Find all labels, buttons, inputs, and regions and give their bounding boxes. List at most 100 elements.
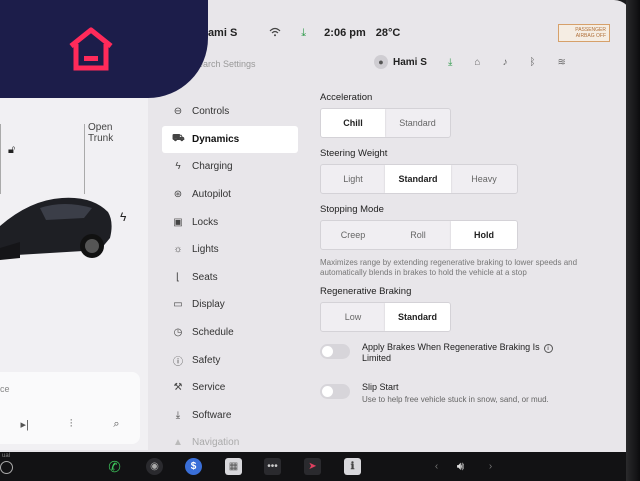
card-icon-row: ▸| ⫶ ⌕ <box>0 418 140 431</box>
charge-port-icon[interactable]: ϟ <box>120 210 126 224</box>
apply-brakes-label-line1: Apply Brakes When Regenerative Braking I… <box>362 342 540 352</box>
open-trunk-button[interactable]: Open Trunk <box>88 122 113 144</box>
nav-item-display[interactable]: ▭ Display <box>162 291 298 319</box>
chevron-left-icon[interactable]: ‹ <box>428 458 445 475</box>
regenerative-braking-selector: Low Standard <box>320 302 451 332</box>
steering-standard-button[interactable]: Standard <box>385 165 451 193</box>
bluetooth-icon[interactable]: ᛒ <box>529 57 535 68</box>
stopping-mode-selector: Creep Roll Hold <box>320 220 518 250</box>
profile-name: Hami S <box>393 56 427 68</box>
steering-weight-selector: Light Standard Heavy <box>320 164 518 194</box>
regen-standard-button[interactable]: Standard <box>385 303 450 331</box>
nav-label: Autopilot <box>192 189 231 201</box>
nav-item-seats[interactable]: ⌊ Seats <box>162 264 298 292</box>
stopping-hold-button[interactable]: Hold <box>451 221 517 249</box>
steering-light-button[interactable]: Light <box>321 165 385 193</box>
bell-icon[interactable]: ♪ <box>502 57 507 68</box>
slip-start-row: Slip Start Use to help free vehicle stuc… <box>320 382 610 405</box>
nav-label: Seats <box>192 271 218 283</box>
open-trunk-label-1: Open <box>88 122 113 133</box>
stopping-roll-button[interactable]: Roll <box>385 221 451 249</box>
info-circle-icon: ⓘ <box>173 356 183 368</box>
camera-icon[interactable]: ◉ <box>146 458 163 475</box>
toggle-icon: ⊖ <box>173 106 183 118</box>
apply-brakes-label-line2: Limited <box>362 353 392 363</box>
search-icon[interactable]: ⌕ <box>113 418 119 431</box>
car-icon: ⛟ <box>172 132 185 144</box>
tesla-screen: Hami S ⤓ 2:06 pm 28°C PASSENGER AIRBAG O… <box>0 0 632 481</box>
download-icon[interactable]: ⤓ <box>448 57 452 68</box>
screen-bezel <box>626 0 640 481</box>
clock-time: 2:06 pm <box>324 27 366 39</box>
play-icon[interactable]: ▸| <box>20 418 28 431</box>
settings-header: Search Settings ● Hami S ⤓ ⌂ ♪ ᛒ ≋ <box>192 55 612 75</box>
nav-item-autopilot[interactable]: ⊛ Autopilot <box>162 181 298 209</box>
regen-low-button[interactable]: Low <box>321 303 385 331</box>
slip-start-toggle[interactable] <box>320 384 350 399</box>
download-icon[interactable]: ⤓ <box>301 27 306 40</box>
lock-icon: ▣ <box>173 216 183 228</box>
outside-temperature: 28°C <box>375 27 401 39</box>
frunk-indicator-line <box>0 124 1 194</box>
taskbar-partial-label: ual <box>2 453 11 459</box>
volume-icon[interactable]: 🔊︎ <box>452 458 469 475</box>
garage-logo-icon <box>69 27 113 71</box>
stopping-mode-title: Stopping Mode <box>320 204 384 215</box>
steering-wheel-icon: ⊛ <box>173 189 183 201</box>
trunk-indicator-line <box>84 124 85 194</box>
clock-icon: ◷ <box>173 327 183 339</box>
more-apps-icon[interactable]: ••• <box>264 458 281 475</box>
seat-icon: ⌊ <box>176 271 180 283</box>
stopping-creep-button[interactable]: Creep <box>321 221 385 249</box>
profile-button[interactable]: ● Hami S <box>374 55 427 69</box>
nav-item-schedule[interactable]: ◷ Schedule <box>162 319 298 347</box>
acceleration-selector: Chill Standard <box>320 108 451 138</box>
download-icon: ⤓ <box>175 409 181 421</box>
toybox-icon[interactable]: ▦ <box>225 458 242 475</box>
acceleration-chill-button[interactable]: Chill <box>321 109 385 137</box>
nav-label: Lights <box>192 244 219 256</box>
unlock-icon[interactable]: 🔓︎ <box>8 144 15 157</box>
nav-item-lights[interactable]: ☼ Lights <box>162 236 298 264</box>
wrench-icon: ⚒ <box>173 382 183 394</box>
manual-icon[interactable]: ℹ <box>344 458 361 475</box>
stopping-mode-description: Maximizes range by extending regenerativ… <box>320 258 578 277</box>
nav-item-service[interactable]: ⚒ Service <box>162 374 298 402</box>
toggle-knob <box>322 386 333 397</box>
nav-label: Locks <box>192 216 219 228</box>
taskbar: ual ✆ ◉ $ ▦ ••• ➤ ℹ ‹ 🔊︎ › <box>0 452 632 481</box>
status-bar: Hami S ⤓ 2:06 pm 28°C PASSENGER AIRBAG O… <box>190 22 610 44</box>
equalizer-icon[interactable]: ⫶ <box>70 418 73 431</box>
user-icon: ● <box>374 55 388 69</box>
nav-label: Safety <box>192 354 221 366</box>
garage-icon[interactable]: ⌂ <box>474 57 480 68</box>
card-partial-text: ce <box>0 384 10 394</box>
open-trunk-label-2: Trunk <box>88 133 114 144</box>
wifi-icon <box>269 27 281 40</box>
circle-icon[interactable] <box>0 461 13 474</box>
info-icon[interactable]: i <box>543 344 553 353</box>
navigation-icon: ▲ <box>173 437 183 449</box>
nav-item-locks[interactable]: ▣ Locks <box>162 208 298 236</box>
toggle-knob <box>322 346 333 357</box>
nav-item-dynamics[interactable]: ⛟ Dynamics <box>162 125 298 154</box>
nav-item-safety[interactable]: ⓘ Safety <box>162 346 298 374</box>
nav-item-charging[interactable]: ϟ Charging <box>162 153 298 181</box>
brand-logo-overlay <box>0 0 208 98</box>
app-s-icon[interactable]: $ <box>185 458 202 475</box>
wifi-icon[interactable]: ≋ <box>557 57 565 68</box>
apply-brakes-toggle[interactable] <box>320 344 350 359</box>
phone-icon[interactable]: ✆ <box>106 458 123 476</box>
settings-nav: ⊖ Controls ⛟ Dynamics ϟ Charging ⊛ Autopilot… <box>162 98 298 457</box>
nav-label: Navigation <box>192 437 240 449</box>
steering-heavy-button[interactable]: Heavy <box>451 165 517 193</box>
nav-label: Controls <box>192 106 230 118</box>
nav-item-controls[interactable]: ⊖ Controls <box>162 98 298 126</box>
nav-label: Software <box>192 409 232 421</box>
quick-controls-card: ce ▸| ⫶ ⌕ <box>0 372 140 444</box>
navigation-app-icon[interactable]: ➤ <box>304 458 321 475</box>
chevron-right-icon[interactable]: › <box>482 458 499 475</box>
nav-item-software[interactable]: ⤓ Software <box>162 402 298 430</box>
car-image <box>0 197 112 260</box>
acceleration-standard-button[interactable]: Standard <box>385 109 450 137</box>
